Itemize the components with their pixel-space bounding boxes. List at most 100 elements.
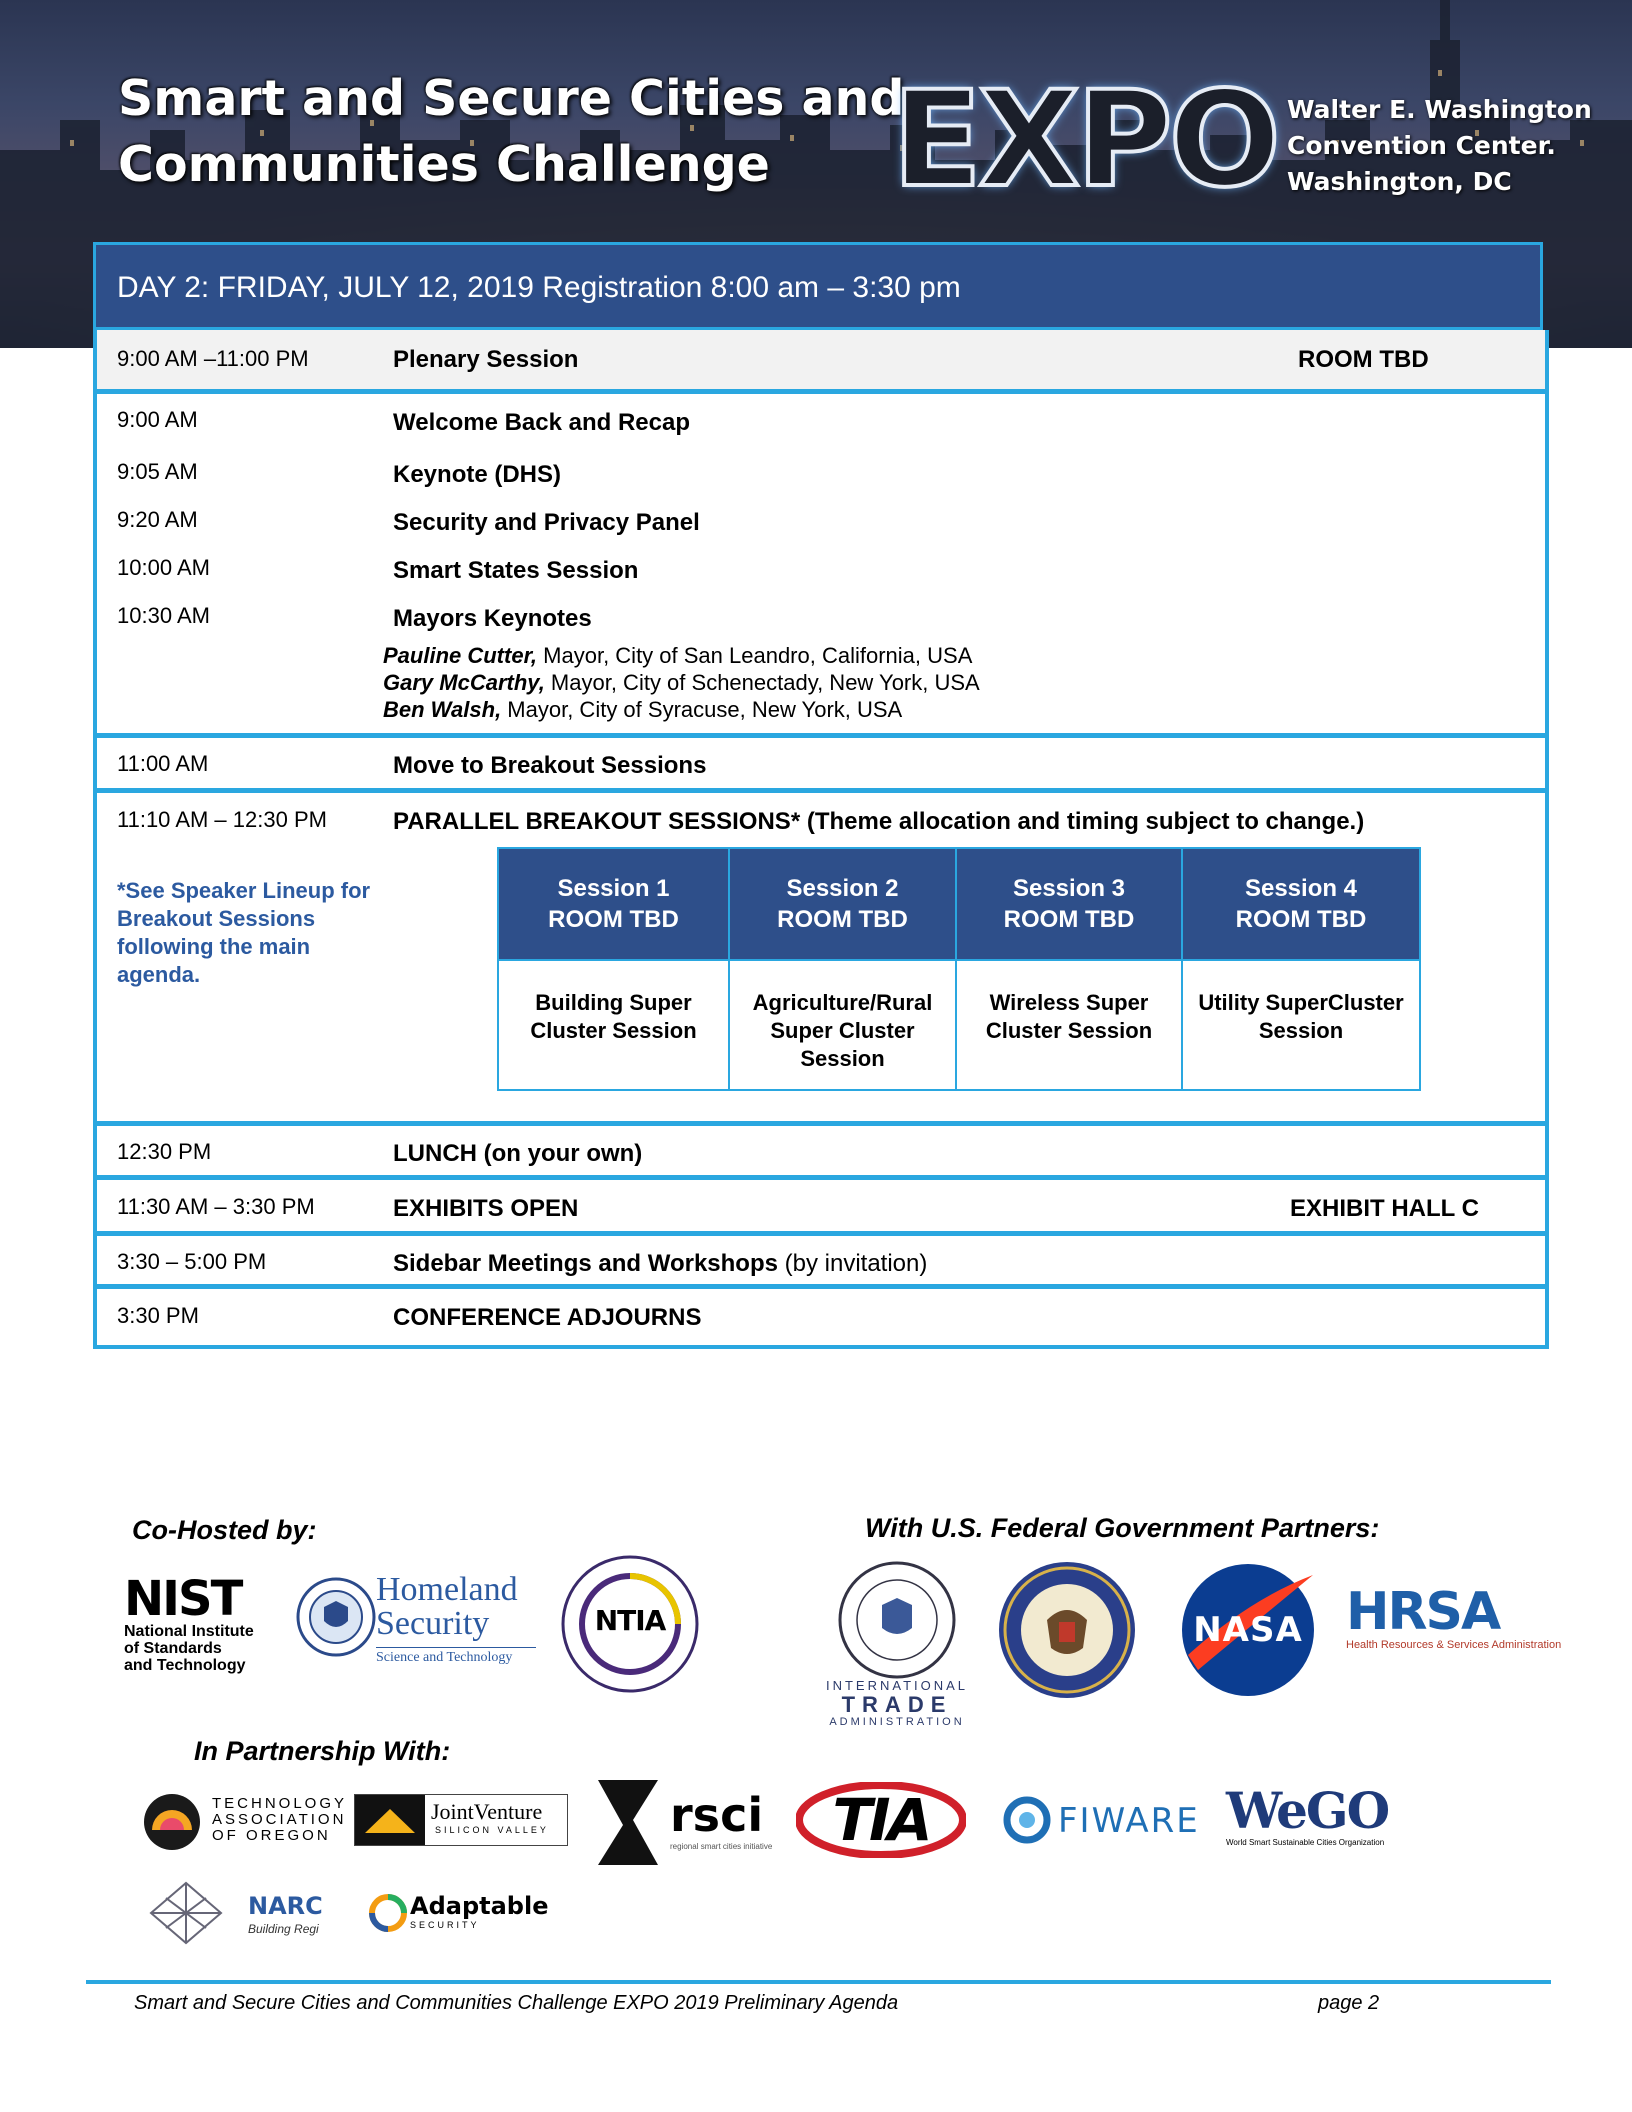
session-name: Session 1 — [557, 875, 670, 902]
dhs-seal-icon — [296, 1577, 376, 1657]
expo-wordmark: EXPO — [890, 63, 1283, 217]
lunch-title: LUNCH (on your own) — [393, 1140, 643, 1167]
agenda-item-title: Mayors Keynotes — [393, 605, 592, 632]
nist-logo: NIST National Institute of Standards and… — [124, 1575, 294, 1675]
session-header: Session 4 ROOM TBD — [1181, 847, 1421, 961]
sidebar-title: Sidebar Meetings and Workshops — [393, 1250, 778, 1277]
tao-line-1: TECHNOLOGY — [212, 1795, 348, 1812]
banner-title-line-1: Smart and Secure Cities and — [118, 70, 905, 127]
rsci-tagline: regional smart cities initiative — [670, 1842, 773, 1851]
venue-line-2: Convention Center. — [1287, 131, 1556, 160]
exhibits-row: 11:30 AM – 3:30 PM EXHIBITS OPEN EXHIBIT… — [93, 1176, 1549, 1235]
day-heading-bar: DAY 2: FRIDAY, JULY 12, 2019 Registratio… — [93, 242, 1543, 330]
move-title: Move to Breakout Sessions — [393, 752, 707, 779]
narc-logo: NARC Building Regi — [146, 1878, 346, 1948]
breakout-sessions-table: Session 1 ROOM TBD Session 2 ROOM TBD Sess… — [497, 847, 1421, 1091]
dhs-line-3: Science and Technology — [376, 1650, 513, 1665]
partnership-label: In Partnership With: — [194, 1736, 451, 1766]
narc-mark: NARC — [248, 1892, 323, 1920]
fiware-logo: FIWARE — [1002, 1795, 1202, 1845]
venue-info: Walter E. Washington Convention Center. … — [1287, 92, 1592, 200]
ita-line-2: TRADE — [841, 1692, 953, 1717]
breakout-block: 11:10 AM – 12:30 PM PARALLEL BREAKOUT SE… — [93, 789, 1549, 1125]
move-row: 11:00 AM Move to Breakout Sessions — [93, 734, 1549, 792]
morning-sessions-block: 9:00 AM Welcome Back and Recap 9:05 AM K… — [93, 390, 1549, 737]
breakout-note: *See Speaker Lineup for Breakout Session… — [117, 878, 371, 987]
jv-line-2: SILICON VALLEY — [435, 1825, 549, 1835]
speaker-role: Mayor, City of San Leandro, California, … — [537, 643, 973, 668]
cohosted-label: Co-Hosted by: — [132, 1515, 317, 1545]
tao-line-2: ASSOCIATION — [212, 1811, 347, 1828]
narc-tagline: Building Regi — [248, 1922, 319, 1936]
agenda-item-time: 9:00 AM — [117, 407, 198, 432]
hrsa-mark: HRSA — [1346, 1582, 1501, 1642]
nist-line-2: of Standards — [124, 1640, 222, 1657]
agenda-item-time: 9:05 AM — [117, 459, 198, 484]
session-room: ROOM TBD — [548, 906, 679, 933]
agenda-item-title: Keynote (DHS) — [393, 461, 562, 488]
rsci-mark: rsci — [670, 1788, 764, 1842]
wego-tagline: World Smart Sustainable Cities Organizat… — [1226, 1838, 1385, 1847]
agenda-item-time: 10:00 AM — [117, 555, 210, 580]
speaker-name: Pauline Cutter — [383, 643, 531, 668]
exhibits-time: 11:30 AM – 3:30 PM — [117, 1194, 315, 1219]
rsci-logo: rsci regional smart cities initiative — [598, 1780, 772, 1865]
footer-title: Smart and Secure Cities and Communities … — [134, 1992, 899, 2014]
nist-line-1: National Institute — [124, 1623, 254, 1640]
session-room: ROOM TBD — [1235, 906, 1367, 933]
lunch-row: 12:30 PM LUNCH (on your own) — [93, 1122, 1549, 1179]
adaptable-swirl-icon — [369, 1894, 407, 1932]
nist-line-3: and Technology — [124, 1657, 246, 1674]
banner-title-line-2: Communities Challenge — [118, 136, 770, 193]
footer-rule — [86, 1980, 1551, 1984]
breakout-title: PARALLEL BREAKOUT SESSIONS* (Theme alloc… — [393, 808, 1365, 835]
plenary-title: Plenary Session — [393, 346, 579, 373]
venue-line-1: Walter E. Washington — [1287, 95, 1592, 124]
federal-partners-label: With U.S. Federal Government Partners: — [865, 1513, 1380, 1543]
breakout-time: 11:10 AM – 12:30 PM — [117, 807, 327, 832]
session-header: Session 2 ROOM TBD — [728, 847, 957, 961]
adaptable-mark: Adaptable — [410, 1892, 549, 1920]
session-name: Session 4 — [1244, 875, 1358, 902]
nasa-mark: NASA — [1193, 1610, 1303, 1650]
session-topic: Utility SuperCluster Session — [1181, 959, 1421, 1091]
ntia-seal: NTIA — [560, 1554, 700, 1694]
wego-logo: WeGO World Smart Sustainable Cities Orga… — [1226, 1784, 1398, 1856]
speaker-role: Mayor, City of Schenectady, New York, US… — [544, 670, 980, 695]
agenda-item-title: Welcome Back and Recap — [393, 409, 691, 436]
joint-venture-sunburst-icon — [365, 1809, 415, 1833]
hrsa-tagline: Health Resources & Services Administrati… — [1346, 1639, 1562, 1651]
dhs-logo: Homeland Security Science and Technology — [376, 1573, 546, 1665]
banner-title: Smart and Secure Cities and Communities … — [118, 66, 905, 198]
tia-mark: TIA — [832, 1786, 932, 1854]
speaker-line: Ben Walsh, Mayor, City of Syracuse, New … — [383, 696, 902, 723]
session-header: Session 3 ROOM TBD — [955, 847, 1183, 961]
sidebar-title-line: Sidebar Meetings and Workshops (by invit… — [393, 1250, 927, 1278]
speaker-name: Ben Walsh, — [383, 697, 502, 722]
plenary-time: 9:00 AM –11:00 PM — [117, 346, 309, 371]
adjourn-title: CONFERENCE ADJOURNS — [393, 1304, 702, 1331]
adjourn-row: 3:30 PM CONFERENCE ADJOURNS — [93, 1285, 1549, 1349]
plenary-row: 9:00 AM –11:00 PM Plenary Session ROOM T… — [93, 330, 1549, 393]
ntia-mark: NTIA — [594, 1604, 667, 1637]
footer-page-number: page 2 — [1318, 1992, 1380, 2014]
session-name: Session 2 — [786, 875, 899, 902]
agenda-item-title: Smart States Session — [393, 557, 639, 584]
fiware-mark: FIWARE — [1058, 1801, 1200, 1841]
dhs-line-2: Security — [376, 1605, 490, 1642]
tia-logo: TIA — [796, 1782, 966, 1858]
session-topic: Wireless Super Cluster Session — [955, 959, 1183, 1091]
wego-mark: WeGO — [1226, 1781, 1390, 1840]
session-name: Session 3 — [1012, 875, 1126, 902]
jv-line-1: JointVenture — [431, 1799, 543, 1824]
lunch-time: 12:30 PM — [117, 1139, 212, 1164]
session-topic: Agriculture/Rural Super Cluster Session — [728, 959, 957, 1091]
nasa-logo: NASA — [1178, 1560, 1318, 1700]
session-room: ROOM TBD — [777, 906, 908, 933]
plenary-room: ROOM TBD — [1298, 346, 1429, 373]
ita-line-3: ADMINISTRATION — [829, 1716, 965, 1728]
agenda-item-time: 9:20 AM — [117, 507, 198, 532]
narc-network-icon — [149, 1881, 223, 1945]
tao-logo: TECHNOLOGY ASSOCIATION OF OREGON — [142, 1792, 344, 1852]
agenda-item-title: Security and Privacy Panel — [393, 509, 700, 536]
